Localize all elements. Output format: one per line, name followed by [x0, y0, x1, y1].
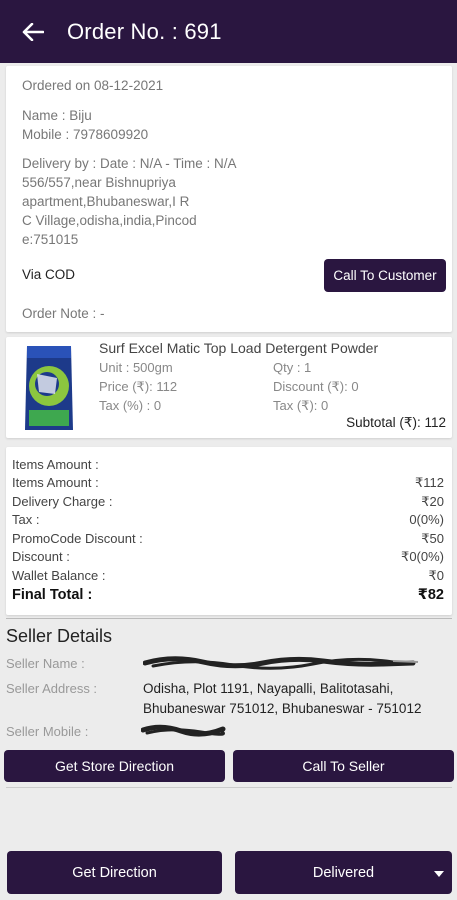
seller-address: Odisha, Plot 1191, Nayapalli, Balitotasa…: [143, 681, 422, 716]
seller-name-label: Seller Name :: [6, 656, 85, 671]
order-note: Order Note : -: [22, 306, 105, 321]
product-qty: Qty : 1: [273, 360, 312, 375]
product-discount: Discount (₹): 0: [273, 379, 359, 394]
app-bar: Order No. : 691: [0, 0, 457, 63]
seller-name-redacted: [142, 654, 423, 677]
summary-row: Delivery Charge : ₹20: [12, 494, 444, 509]
product-image: [23, 344, 75, 432]
dropdown-arrow-icon: [434, 870, 444, 877]
seller-mobile-label: Seller Mobile :: [6, 724, 89, 739]
order-summary-card: Items Amount : Items Amount : ₹112 Delive…: [6, 447, 452, 615]
order-status-value: Delivered: [312, 864, 375, 881]
seller-details-title: Seller Details: [6, 626, 113, 646]
seller-mobile-redacted: [140, 722, 227, 743]
seller-address-label: Seller Address :: [6, 681, 98, 696]
product-card: Surf Excel Matic Top Load Detergent Powd…: [6, 337, 452, 438]
product-tax-percent: Tax (%) : 0: [99, 398, 162, 413]
customer-name: Name : Biju: [22, 108, 92, 123]
divider: [6, 618, 452, 619]
final-total-value: ₹82: [417, 587, 444, 603]
call-seller-button[interactable]: Call To Seller: [233, 750, 454, 782]
back-arrow-icon[interactable]: [19, 18, 47, 46]
call-customer-button[interactable]: Call To Customer: [324, 259, 446, 292]
product-subtotal: Subtotal (₹): 112: [346, 415, 446, 430]
delivery-address: 556/557,near Bishnupriya apartment,Bhuba…: [22, 175, 197, 247]
delivery-time: Delivery by : Date : N/A - Time : N/A: [22, 156, 237, 171]
summary-row: Items Amount :: [12, 457, 99, 472]
order-info-card: Ordered on 08-12-2021 Name : Biju Mobile…: [6, 66, 452, 332]
summary-row: Discount : ₹0(0%): [12, 549, 444, 564]
get-store-direction-button[interactable]: Get Store Direction: [4, 750, 225, 782]
divider: [6, 787, 452, 788]
customer-mobile: Mobile : 7978609920: [22, 127, 149, 142]
product-unit: Unit : 500gm: [99, 360, 173, 375]
final-total-label: Final Total :: [12, 587, 93, 603]
ordered-date: Ordered on 08-12-2021: [22, 78, 164, 93]
get-direction-button[interactable]: Get Direction: [7, 851, 222, 894]
page-title: Order No. : 691: [67, 18, 222, 44]
summary-row: PromoCode Discount : ₹50: [12, 531, 444, 546]
final-total-row: Final Total : ₹82: [12, 587, 444, 603]
summary-row: Wallet Balance : ₹0: [12, 568, 444, 583]
payment-method: Via COD: [22, 267, 76, 282]
product-tax-amount: Tax (₹): 0: [273, 398, 329, 413]
summary-row: Tax :0(0%): [12, 512, 444, 527]
product-name: Surf Excel Matic Top Load Detergent Powd…: [99, 340, 379, 356]
order-status-dropdown[interactable]: Delivered: [235, 851, 452, 894]
summary-row: Items Amount : ₹112: [12, 475, 444, 490]
product-price: Price (₹): 112: [99, 379, 178, 394]
